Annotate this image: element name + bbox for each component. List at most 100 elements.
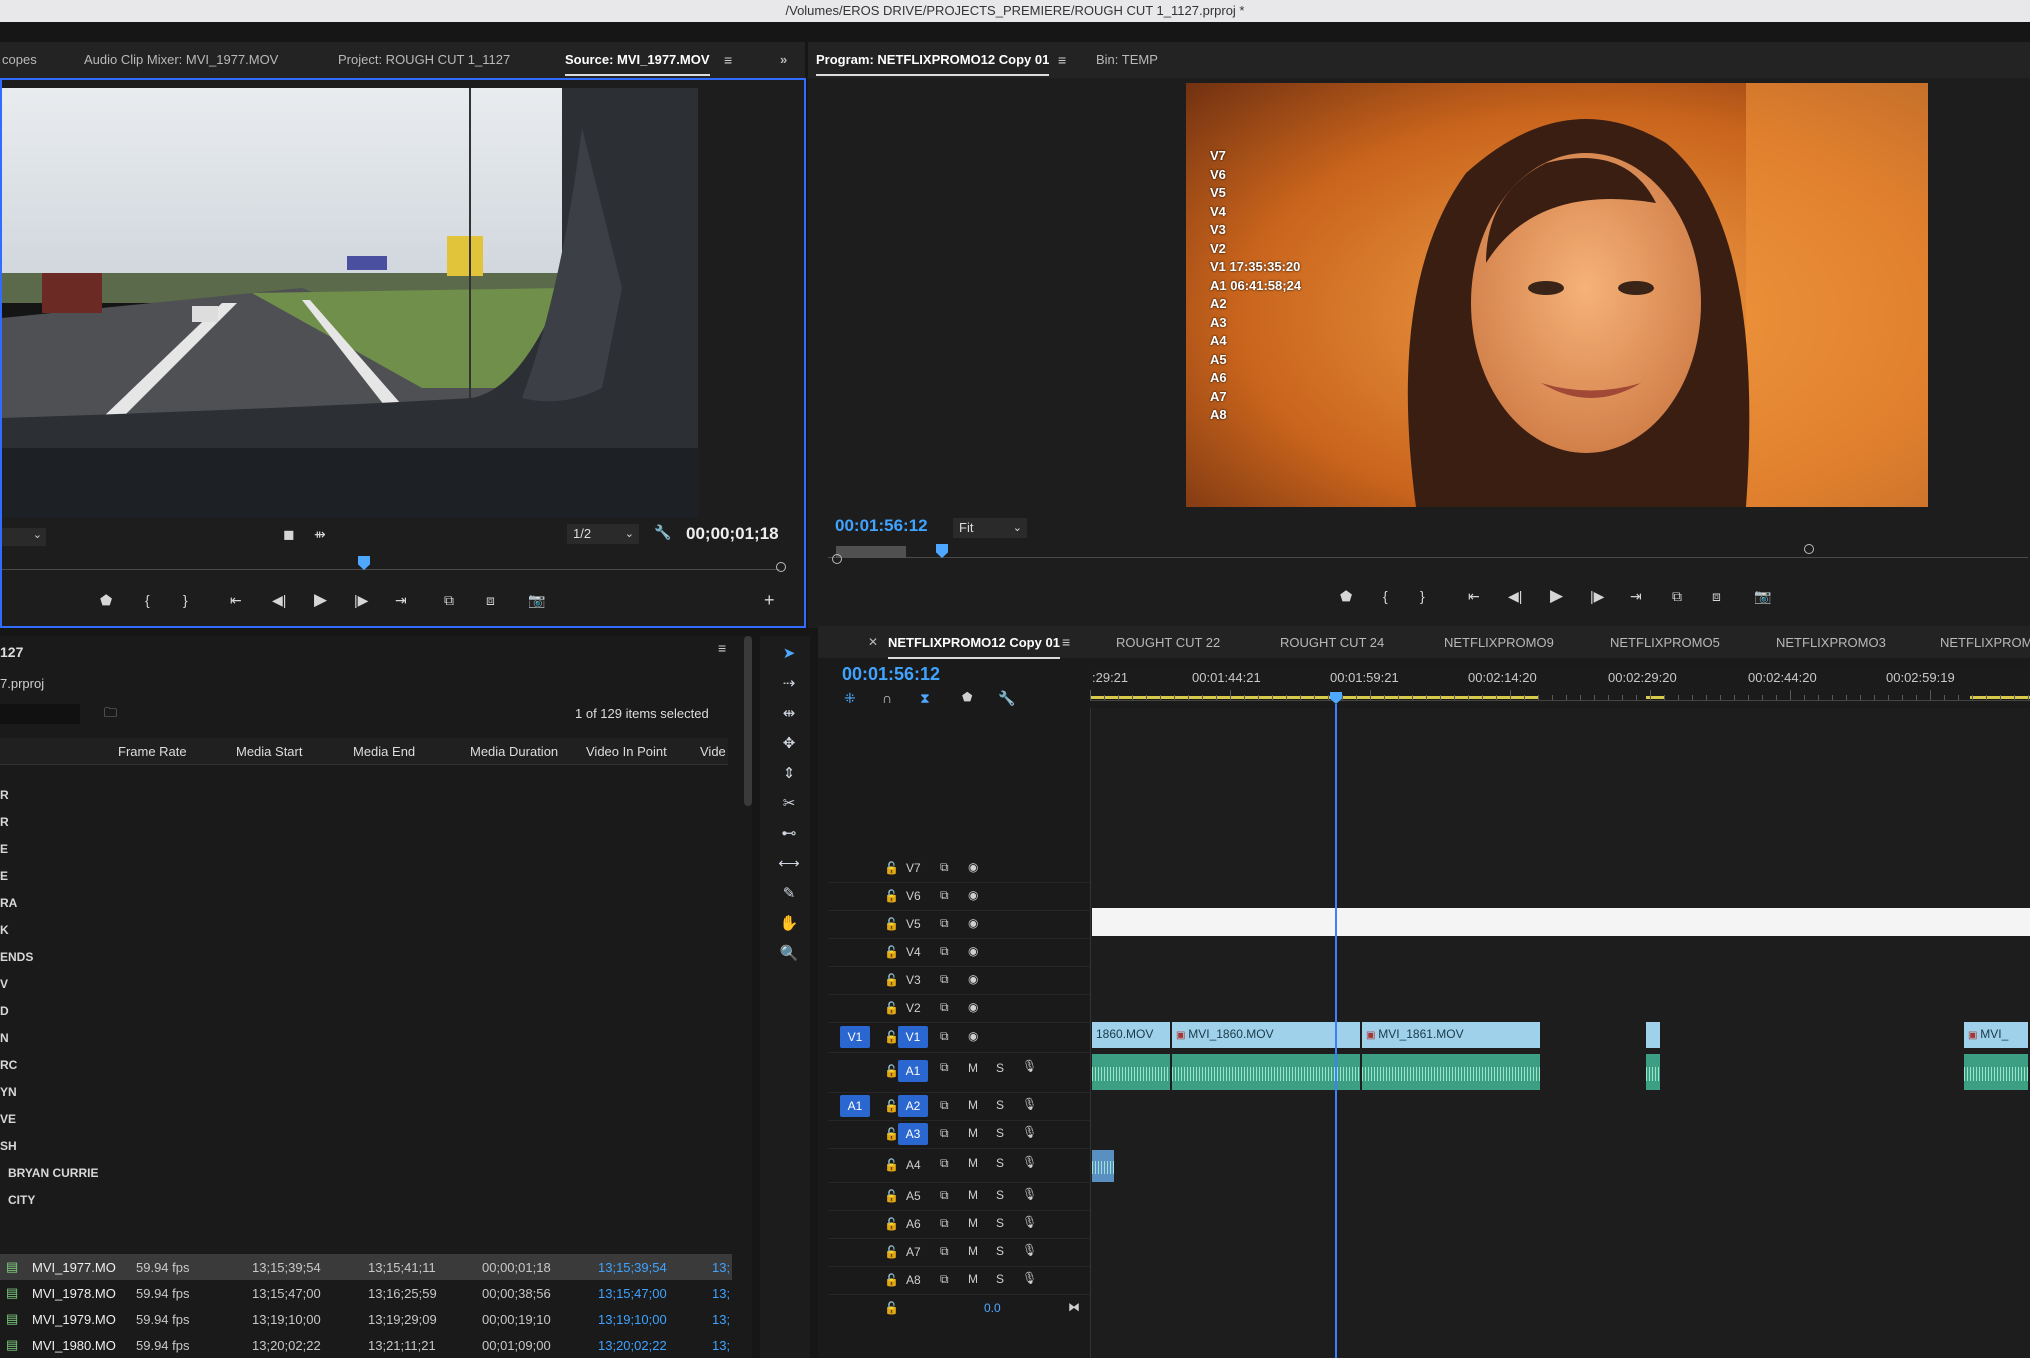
eye-icon[interactable]: ◉ (968, 972, 978, 986)
add-marker-icon[interactable]: ⬟ (100, 592, 112, 609)
lock-icon[interactable]: 🔓 (884, 1099, 899, 1113)
tab-audio-clip-mixer[interactable]: Audio Clip Mixer: MVI_1977.MOV (84, 52, 278, 67)
bin-item[interactable]: SH (0, 1139, 17, 1153)
eye-icon[interactable]: ◉ (968, 916, 978, 930)
settings-square-icon[interactable]: ◼ (283, 526, 295, 543)
snap-magnet-icon[interactable]: ∩ (882, 690, 892, 706)
mute-button[interactable]: M (968, 1098, 978, 1112)
selection-tool-icon[interactable]: ➤ (778, 644, 800, 662)
step-forward-icon[interactable]: |▶ (354, 592, 368, 609)
source-zoom-dropdown[interactable]: ⌄ (2, 528, 46, 546)
track-target-a3[interactable]: A3 (898, 1123, 928, 1145)
sync-lock-icon[interactable]: ⧉ (940, 1244, 949, 1259)
solo-button[interactable]: S (996, 1156, 1004, 1170)
video-clip[interactable]: 1860.MOV (1092, 1022, 1170, 1048)
project-menu-icon[interactable]: ≡ (718, 640, 726, 656)
bin-item[interactable]: RC (0, 1058, 17, 1072)
razor-tool-icon[interactable]: ✂ (778, 794, 800, 812)
voiceover-mic-icon[interactable]: 🎙 (1022, 1187, 1037, 1201)
sync-lock-icon[interactable]: ⧉ (940, 1188, 949, 1203)
lock-icon[interactable]: 🔓 (884, 1273, 899, 1287)
tab-sequence-5[interactable]: NETFLIXPROMO5 (1610, 635, 1720, 650)
tab-sequence-active[interactable]: NETFLIXPROMO12 Copy 01 (888, 635, 1060, 659)
bin-item[interactable]: YN (0, 1085, 17, 1099)
source-patch-a1[interactable]: A1 (840, 1095, 870, 1117)
col-media-duration[interactable]: Media Duration (470, 744, 558, 759)
step-back-icon[interactable]: ◀| (272, 592, 286, 609)
master-level[interactable]: 0.0 (984, 1301, 1001, 1315)
bin-item[interactable]: RA (0, 896, 17, 910)
project-scrollbar[interactable] (744, 636, 752, 806)
sync-lock-icon[interactable]: ⧉ (940, 1098, 949, 1113)
voiceover-mic-icon[interactable]: 🎙 (1022, 1215, 1037, 1229)
hand-tool-icon[interactable]: ✋ (778, 914, 800, 932)
solo-button[interactable]: S (996, 1244, 1004, 1258)
tab-sequence-7[interactable]: NETFLIXPROMC (1940, 635, 2030, 650)
source-patch-v1[interactable]: V1 (840, 1026, 870, 1048)
rolling-edit-tool-icon[interactable]: ✥ (778, 734, 800, 752)
source-menu-icon[interactable]: ≡ (724, 52, 732, 68)
sync-lock-icon[interactable]: ⧉ (940, 1000, 949, 1015)
program-export-frame-icon[interactable]: 📷 (1754, 588, 1771, 605)
master-end-icon[interactable]: ⧓ (1068, 1300, 1080, 1314)
sync-lock-icon[interactable]: ⧉ (940, 1126, 949, 1141)
program-menu-icon[interactable]: ≡ (1058, 52, 1066, 68)
bin-item[interactable]: R (0, 815, 9, 829)
tab-sequence-4[interactable]: NETFLIXPROMO9 (1444, 635, 1554, 650)
video-clip[interactable]: ▣ MVI_1861.MOV (1362, 1022, 1540, 1048)
bin-item[interactable]: ENDS (0, 950, 33, 964)
fit-dropdown[interactable]: Fit ⌄ (953, 518, 1027, 538)
col-video-in-point[interactable]: Video In Point (586, 744, 667, 759)
mark-out-icon[interactable]: } (183, 592, 188, 608)
lift-icon[interactable]: ⧉ (1672, 588, 1682, 605)
extract-icon[interactable]: ⧈ (1712, 588, 1721, 605)
bin-item[interactable]: D (0, 1004, 9, 1018)
time-ruler[interactable]: :29:21 00:01:44:21 00:01:59:21 00:02:14:… (1090, 666, 2030, 706)
mute-button[interactable]: M (968, 1126, 978, 1140)
col-frame-rate[interactable]: Frame Rate (118, 744, 187, 759)
solo-button[interactable]: S (996, 1126, 1004, 1140)
play-icon[interactable]: ▶ (314, 590, 327, 610)
program-timecode[interactable]: 00:01:56:12 (835, 516, 928, 536)
solo-button[interactable]: S (996, 1216, 1004, 1230)
col-video-out[interactable]: Vide (700, 744, 726, 759)
lock-icon[interactable]: 🔓 (884, 973, 899, 987)
project-search-input[interactable] (0, 704, 80, 724)
program-play-icon[interactable]: ▶ (1550, 586, 1563, 606)
mute-button[interactable]: M (968, 1188, 978, 1202)
audio-clip[interactable] (1092, 1150, 1114, 1182)
video-clip[interactable] (1646, 1022, 1660, 1048)
bin-item[interactable]: V (0, 977, 8, 991)
lock-icon[interactable]: 🔓 (884, 945, 899, 959)
sync-lock-icon[interactable]: ⧉ (940, 916, 949, 931)
slide-tool-icon[interactable]: ⟷ (778, 854, 800, 872)
program-end-handle[interactable] (1804, 544, 1814, 554)
go-to-in-icon[interactable]: ⇤ (230, 592, 242, 609)
lock-icon[interactable]: 🔓 (884, 1189, 899, 1203)
audio-clip[interactable] (1172, 1054, 1360, 1090)
voiceover-mic-icon[interactable]: 🎙 (1022, 1155, 1037, 1169)
lock-icon[interactable]: 🔓 (884, 861, 899, 875)
lock-icon[interactable]: 🔓 (884, 1064, 899, 1078)
mute-button[interactable]: M (968, 1244, 978, 1258)
bin-item[interactable]: VE (0, 1112, 16, 1126)
nest-toggle-icon[interactable]: ⁜ (844, 690, 856, 707)
audio-clip[interactable] (1964, 1054, 2028, 1090)
tab-sequence-6[interactable]: NETFLIXPROMO3 (1776, 635, 1886, 650)
lock-icon[interactable]: 🔓 (884, 1030, 899, 1044)
track-target-v1[interactable]: V1 (898, 1026, 928, 1048)
sync-lock-icon[interactable]: ⧉ (940, 1216, 949, 1231)
rate-stretch-tool-icon[interactable]: ⇕ (778, 764, 800, 782)
solo-button[interactable]: S (996, 1098, 1004, 1112)
video-clip[interactable]: ▣ MVI_1860.MOV (1172, 1022, 1360, 1048)
lock-icon[interactable]: 🔓 (884, 917, 899, 931)
sync-lock-icon[interactable]: ⧉ (940, 888, 949, 903)
bin-item[interactable]: CITY (8, 1193, 35, 1207)
sync-lock-icon[interactable]: ⧉ (940, 1272, 949, 1287)
insert-icon[interactable]: ⇻ (314, 526, 326, 543)
sync-lock-icon[interactable]: ⧉ (940, 1029, 949, 1044)
mute-button[interactable]: M (968, 1272, 978, 1286)
bin-item[interactable]: E (0, 869, 8, 883)
work-area-bar-2[interactable] (1646, 696, 1664, 699)
program-step-forward-icon[interactable]: |▶ (1590, 588, 1604, 605)
